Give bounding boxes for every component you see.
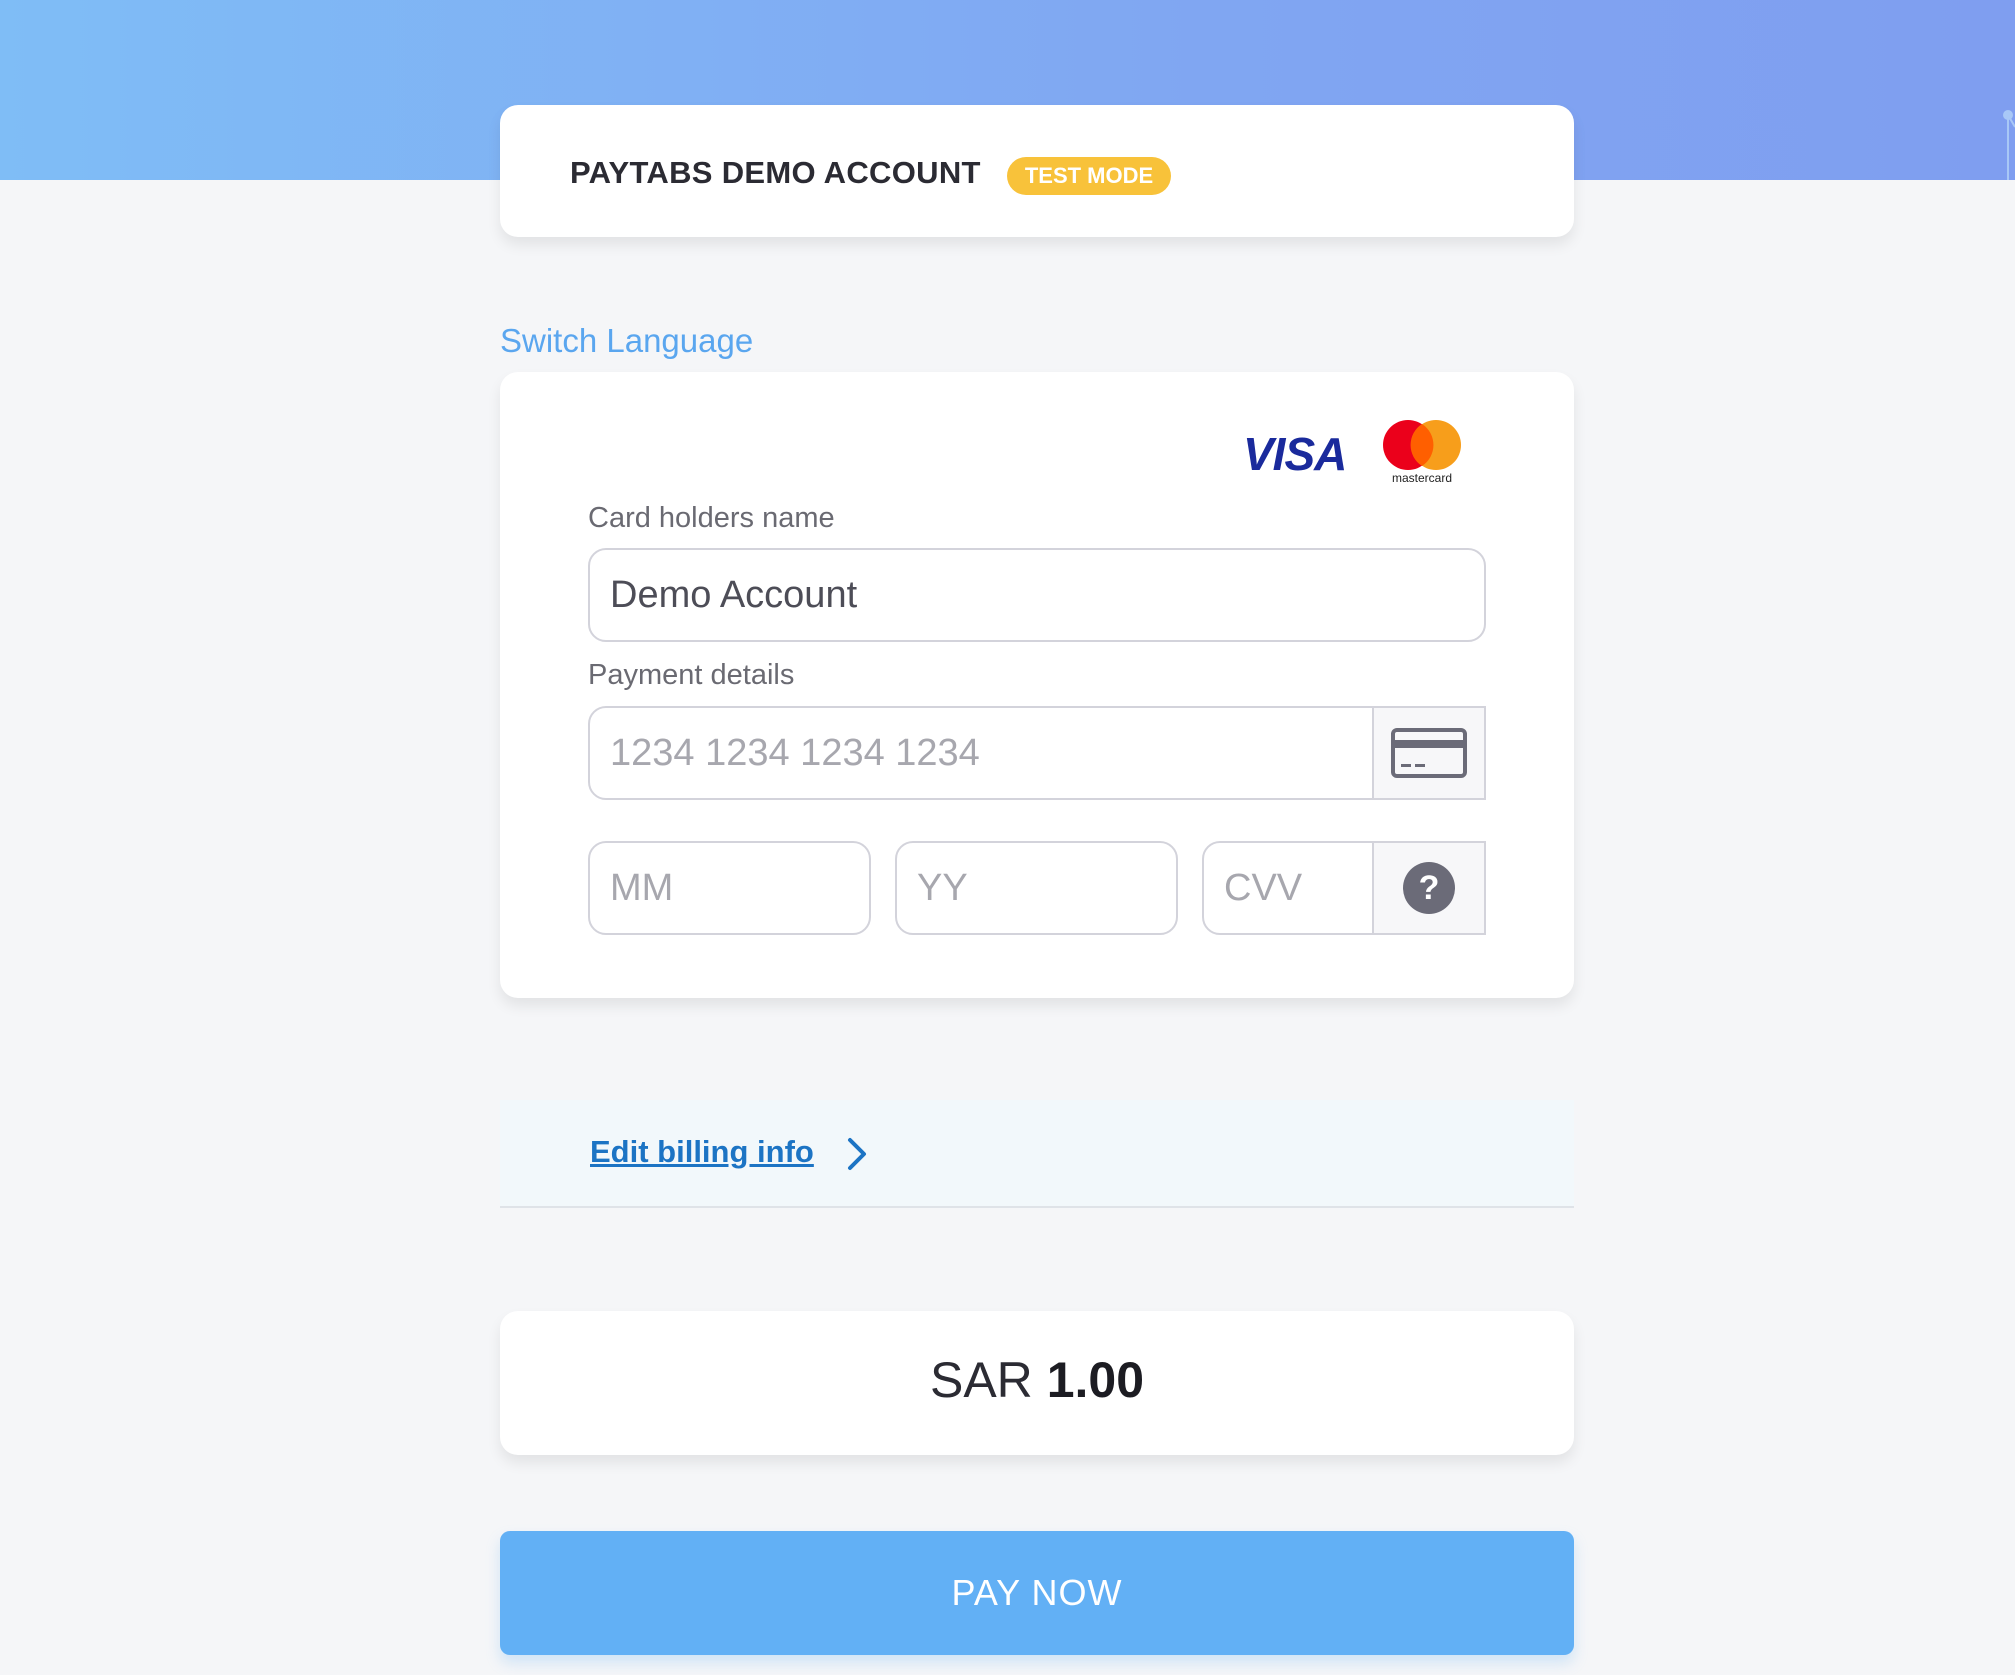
card-icon-box xyxy=(1372,706,1486,800)
pay-now-button[interactable]: PAY NOW xyxy=(500,1531,1574,1655)
amount-currency: SAR xyxy=(929,1352,1033,1408)
payment-details-label: Payment details xyxy=(588,659,795,691)
merchant-name: PAYTABS DEMO ACCOUNT xyxy=(570,155,981,190)
cvv-input[interactable] xyxy=(1202,841,1374,935)
billing-section: Edit billing info xyxy=(500,1100,1574,1208)
edit-billing-info-link[interactable]: Edit billing info xyxy=(590,1134,814,1170)
test-mode-badge: TEST MODE xyxy=(1007,157,1171,195)
mastercard-wordmark: mastercard xyxy=(1392,471,1452,485)
mastercard-logo: mastercard xyxy=(1383,420,1461,485)
amount-value: 1.00 xyxy=(1046,1352,1145,1408)
amount-card: SAR 1.00 xyxy=(500,1311,1574,1455)
cardholder-name-input[interactable] xyxy=(588,548,1486,642)
switch-language-link[interactable]: Switch Language xyxy=(500,322,753,360)
expiry-year-input[interactable] xyxy=(895,841,1178,935)
visa-logo: VISA xyxy=(1243,428,1347,480)
chevron-right-icon[interactable] xyxy=(846,1136,868,1172)
card-number-input[interactable] xyxy=(588,706,1374,800)
cardholder-name-label: Card holders name xyxy=(588,502,835,534)
amount-display: SAR 1.00 xyxy=(500,1351,1574,1409)
decorative-pin-icon xyxy=(2003,110,2015,180)
payment-form-card: VISA mastercard Card holders name Paymen… xyxy=(500,372,1574,998)
cvv-help-button[interactable]: ? xyxy=(1372,841,1486,935)
question-mark-icon: ? xyxy=(1403,862,1455,914)
expiry-month-input[interactable] xyxy=(588,841,871,935)
credit-card-icon xyxy=(1391,728,1467,778)
merchant-header-card: PAYTABS DEMO ACCOUNT TEST MODE xyxy=(500,105,1574,237)
